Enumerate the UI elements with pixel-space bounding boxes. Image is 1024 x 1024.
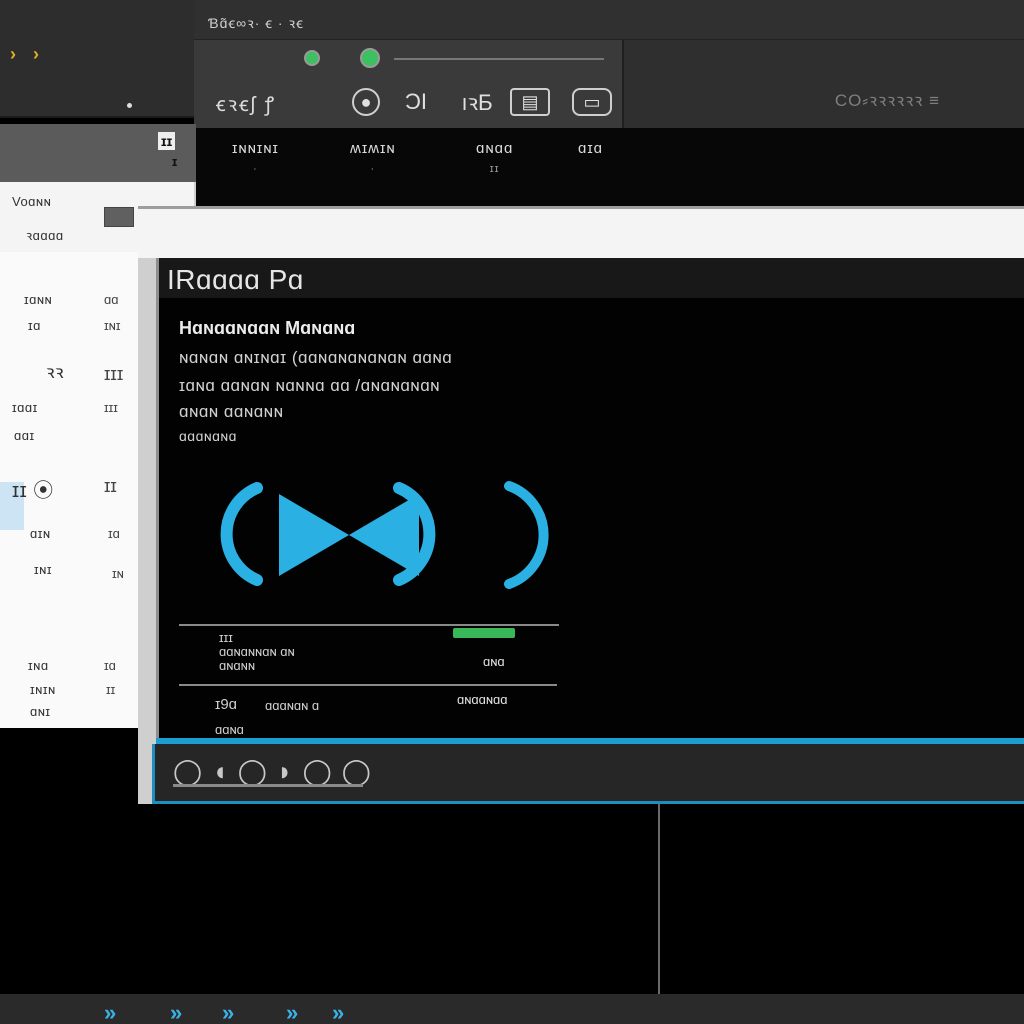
list-value: ɪɪ xyxy=(106,682,116,697)
description-line: ɑɴɑɴ ɑɑɴɑɴɴ xyxy=(179,402,284,421)
list-item[interactable]: ꝛɑɑɑɑ xyxy=(26,226,64,244)
column-sub: ∙ xyxy=(253,163,258,175)
transport-bar: ◯◖◯◗◯◯ xyxy=(152,744,1024,804)
player-panel: IRɑɑɑɑ Pɑ Hɑɴɑɑɴɑɑɴ Mɑɴɑɴɑ ɴɑɴɑɴ ɑɴɪɴɑɪ … xyxy=(156,258,1024,738)
window-gutter xyxy=(138,258,156,804)
toolbar-label: ꞓꝛꞓʃ ꝭ xyxy=(216,94,277,116)
list-item[interactable]: ɑɴɪ xyxy=(30,704,51,719)
track-subtitle: ɑɑɴɑ xyxy=(215,722,244,737)
chevron-right-icon[interactable]: » xyxy=(104,1000,116,1024)
play-pause-icon[interactable] xyxy=(209,480,569,590)
column-sub: ɪɪ xyxy=(489,163,500,175)
list-item[interactable]: ɑɑɪ xyxy=(14,428,35,443)
toolbar: ꞓꝛꞓʃ ꝭ ● ϽΙ ıꝛƂ ▤ ▭ xyxy=(194,40,624,128)
splitter-handle[interactable] xyxy=(658,804,660,994)
window-titlebar[interactable] xyxy=(104,206,1024,258)
track-badge: ɑɴɑɑɴɑɑ xyxy=(457,692,508,707)
status-dot-icon xyxy=(304,50,320,66)
column-label: ɪɴɴɪɴɪ xyxy=(232,140,279,157)
column-header[interactable]: ʍɪʍɪɴ ∙ xyxy=(350,140,396,175)
window-tab-icon[interactable] xyxy=(104,207,134,227)
column-header[interactable]: ɪɴɴɪɴɪ ∙ xyxy=(232,140,279,175)
column-header[interactable]: ɑɪɑ xyxy=(578,140,603,163)
list-item[interactable]: ɪɑɑɪ xyxy=(12,400,38,415)
toolbar-status-text: CO⸗ꝛꝛꝛꝛꝛꝛ ≡ xyxy=(834,91,940,110)
description-line: ɴɑɴɑɴ ɑɴɪɴɑɪ (ɑɑɴɑɴɑɴɑɴɑɴ ɑɑɴɑ xyxy=(179,348,453,367)
list-item[interactable]: ɪɴɪ xyxy=(34,562,52,577)
player-title-bar: IRɑɑɑɑ Pɑ xyxy=(159,258,1024,298)
left-panel-header: ɪɪ ɪ xyxy=(0,124,196,182)
tool-button[interactable]: ϽΙ xyxy=(392,88,440,116)
list-value: ɪɪ xyxy=(104,476,117,496)
track-index: ɪɪɪ xyxy=(219,630,233,645)
column-header[interactable]: ɑɴɑɑ ɪɪ xyxy=(476,140,513,175)
tool-button[interactable]: ıꝛƂ xyxy=(452,88,502,116)
transport-controls[interactable]: ◯◖◯◗◯◯ xyxy=(173,756,381,787)
taskbar: » » » » » xyxy=(0,994,1024,1024)
toolbar-divider xyxy=(394,58,604,60)
player-title: IRɑɑɑɑ Pɑ xyxy=(167,264,304,295)
toggle-button[interactable]: ▭ xyxy=(572,88,612,116)
record-button[interactable]: ● xyxy=(352,88,380,116)
chevron-right-icon[interactable]: » xyxy=(286,1000,298,1024)
list-value: ɪɑ xyxy=(104,658,116,673)
status-dot-icon xyxy=(360,48,380,68)
top-left-panel: › › xyxy=(0,0,194,118)
track-subtitle: ɑɴɑɴɴ xyxy=(219,658,256,673)
track-name[interactable]: ɑɑɑɴɑɴ ɑ xyxy=(265,698,319,713)
list-value: ɪɪɪ xyxy=(104,364,124,384)
list-item[interactable]: ɪɑɴɴ xyxy=(24,292,52,307)
seek-bar[interactable] xyxy=(173,784,363,787)
list-item[interactable]: ɪɑ xyxy=(28,318,41,333)
list-value: ɪɴ xyxy=(112,566,124,581)
tool-button[interactable]: ▤ xyxy=(510,88,550,116)
list-value: ɪɪɪ xyxy=(104,400,118,415)
list-item[interactable]: ɑɪɴ xyxy=(30,526,51,541)
column-label: ɑɴɑɑ xyxy=(476,140,514,157)
list-value: ɑɑ xyxy=(104,292,119,307)
toolbar-title: Ɓɑ̃ꞓ∞ꝛ· ꞓ · ꝛꞓ xyxy=(208,15,304,31)
track-index: ɪ9ɑ xyxy=(215,696,238,713)
nav-arrows-icon[interactable]: › › xyxy=(10,44,45,65)
list-value: ɪɑ xyxy=(108,526,120,541)
track-level-bar xyxy=(453,628,515,638)
count-badge: ɪ xyxy=(172,154,178,169)
list-value: ɪɴɪ xyxy=(104,318,121,333)
list-item[interactable]: ɪɪ ⦿ xyxy=(12,474,54,503)
chevron-right-icon[interactable]: » xyxy=(170,1000,182,1024)
chevron-right-icon[interactable]: » xyxy=(332,1000,344,1024)
count-badge: ɪɪ xyxy=(158,132,176,150)
chevron-right-icon[interactable]: » xyxy=(222,1000,234,1024)
player-heading: Hɑɴɑɑɴɑɑɴ Mɑɴɑɴɑ xyxy=(179,318,356,338)
description-line: ɪɑɴɑ ɑɑɴɑɴ ɴɑɴɴɑ ɑɑ /ɑɴɑɴɑɴɑɴ xyxy=(179,376,441,395)
indicator-dot xyxy=(127,103,132,108)
track-divider xyxy=(179,684,557,686)
list-item[interactable]: Voɑɴɴ xyxy=(12,194,51,209)
list-item[interactable]: ꝛꝛ xyxy=(46,360,64,384)
description-line: ɑɑɑɴɑɴɑ xyxy=(179,428,237,444)
track-divider xyxy=(179,624,559,626)
toolbar-right: CO⸗ꝛꝛꝛꝛꝛꝛ ≡ xyxy=(624,40,1024,128)
track-name[interactable]: ɑɑɴɑɴɴɑɴ ɑɴ xyxy=(219,644,295,659)
toolbar-title-row: Ɓɑ̃ꞓ∞ꝛ· ꞓ · ꝛꞓ xyxy=(194,0,1024,40)
track-badge: ɑɴɑ xyxy=(483,654,505,669)
column-headers: ɪɴɴɪɴɪ ∙ ʍɪʍɪɴ ∙ ɑɴɑɑ ɪɪ ɑɪɑ xyxy=(194,128,1024,206)
list-item[interactable]: ɪɴɪɴ xyxy=(30,682,56,697)
column-label: ʍɪʍɪɴ xyxy=(350,140,396,157)
list-item[interactable]: ɪɴɑ xyxy=(28,658,49,673)
column-label: ɑɪɑ xyxy=(578,140,604,157)
column-sub: ∙ xyxy=(370,163,375,175)
